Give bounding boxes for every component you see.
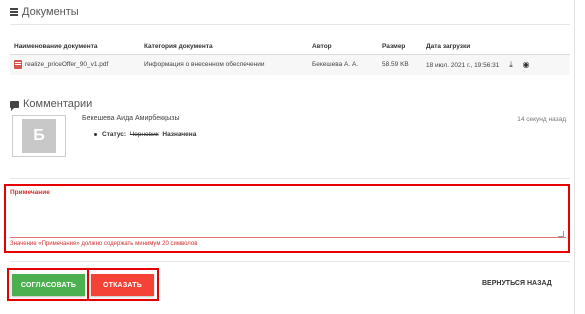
column-header-name: Наименование документа	[10, 40, 140, 55]
documents-card: Документы Наименование документа Категор…	[0, 0, 575, 314]
comment-item: Б Бекешева Аида Амирбекқызы 14 секунд на…	[10, 112, 570, 157]
eye-icon[interactable]: ◉	[523, 60, 530, 69]
comment-author: Бекешева Аида Амирбекқызы	[82, 115, 180, 122]
divider	[10, 261, 570, 262]
comments-title: Комментарии	[23, 98, 93, 110]
agree-button[interactable]: СОГЛАСОВАТЬ	[12, 274, 85, 296]
documents-title: Документы	[22, 6, 79, 18]
comment-icon	[10, 100, 19, 111]
refuse-button[interactable]: ОТКАЗАТЬ	[91, 274, 154, 296]
avatar-letter: Б	[22, 119, 56, 153]
document-category-cell: Информация о внесенном обеспечении	[144, 61, 265, 69]
note-textarea[interactable]	[10, 198, 566, 238]
status-new: Назначена	[162, 131, 197, 138]
document-name-link[interactable]: realize_priceOffer_90_v1.pdf	[25, 61, 108, 68]
document-date: 18 июл. 2021 г., 19:56:31	[426, 61, 500, 69]
document-name-cell: realize_priceOffer_90_v1.pdf	[10, 55, 140, 75]
comments-section-title: Комментарии	[10, 98, 93, 111]
divider	[10, 24, 570, 25]
status-old: Черновик	[129, 131, 159, 138]
divider	[10, 178, 570, 179]
column-header-category: Категория документа	[140, 40, 308, 55]
back-button[interactable]: ВЕРНУТЬСЯ НАЗАД	[482, 280, 552, 287]
comment-status: Статус: Черновик Назначена	[94, 131, 196, 138]
bullet-icon	[94, 132, 97, 136]
comment-time: 14 секунд назад	[517, 116, 566, 123]
status-label: Статус:	[102, 131, 127, 138]
documents-table: Наименование документа Категория докумен…	[10, 40, 570, 75]
column-header-date: Дата загрузки	[422, 40, 570, 55]
documents-section-title: Документы	[10, 6, 79, 18]
column-header-size: Размер	[378, 40, 422, 55]
list-icon	[10, 8, 18, 16]
note-label: Примечание	[10, 189, 50, 196]
document-date-cell: 18 июл. 2021 г., 19:56:31 ⤓ ◉	[422, 55, 570, 75]
pdf-file-icon	[14, 60, 22, 70]
resize-handle[interactable]	[558, 231, 564, 237]
table-header-row: Наименование документа Категория докумен…	[10, 40, 570, 55]
download-icon[interactable]: ⤓	[509, 60, 513, 70]
column-header-author: Автор	[308, 40, 378, 55]
document-author-cell: Бекешева А. А.	[312, 61, 359, 69]
avatar: Б	[12, 115, 66, 157]
table-row: realize_priceOffer_90_v1.pdf Информация …	[10, 54, 570, 75]
note-error-message: Значение «Примечание» должно содержать м…	[10, 241, 198, 247]
document-size-cell: 58.59 KB	[382, 61, 409, 69]
